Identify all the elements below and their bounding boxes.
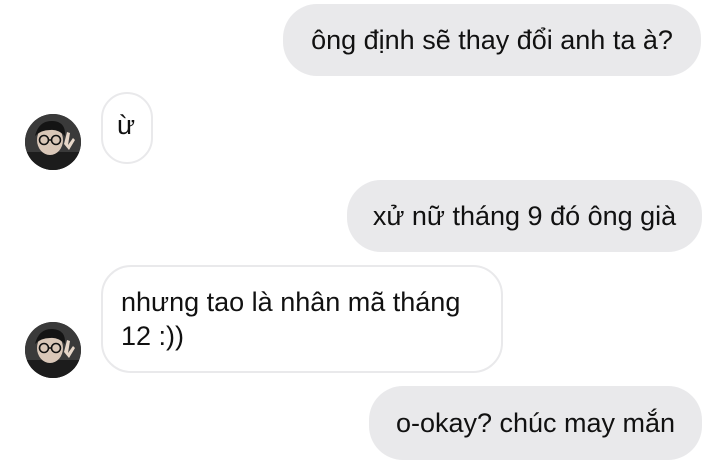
chat-thread: ông định sẽ thay đổi anh ta à? ừ xử nữ t… bbox=[0, 0, 720, 465]
contact-avatar[interactable] bbox=[25, 322, 81, 378]
incoming-message-bubble[interactable]: nhưng tao là nhân mã tháng 12 :)) bbox=[101, 265, 503, 373]
user-avatar-icon bbox=[25, 114, 81, 170]
incoming-message-bubble[interactable]: ừ bbox=[101, 92, 153, 164]
outgoing-message-bubble[interactable]: xử nữ tháng 9 đó ông già bbox=[347, 180, 702, 252]
user-avatar-icon bbox=[25, 322, 81, 378]
outgoing-message-bubble[interactable]: o-okay? chúc may mắn bbox=[369, 386, 702, 460]
outgoing-message-bubble[interactable]: ông định sẽ thay đổi anh ta à? bbox=[283, 4, 701, 76]
contact-avatar[interactable] bbox=[25, 114, 81, 170]
